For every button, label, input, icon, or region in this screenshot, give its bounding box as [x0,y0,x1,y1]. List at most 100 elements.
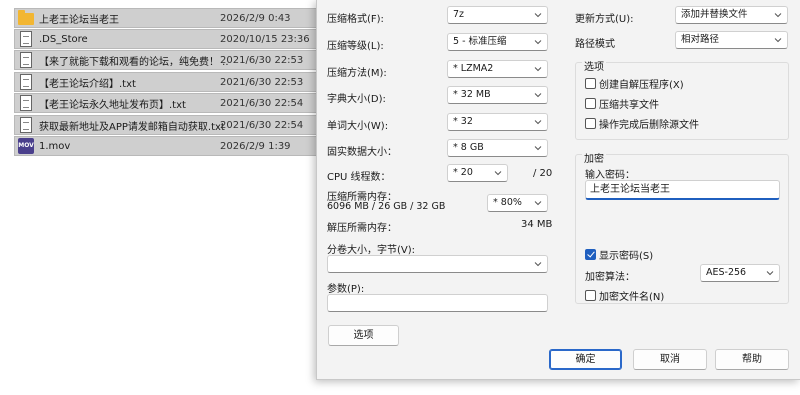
path-mode-value: 相对路径 [681,34,720,45]
list-item[interactable]: 【来了就能下载和观看的论坛，纯免费！ ... 2021/6/30 22:53 [14,50,329,70]
password-label: 输入密码： [585,170,635,181]
format-select[interactable]: 7z [447,6,548,24]
delete-after-label: 操作完成后删除源文件 [599,120,699,131]
file-date: 2021/6/30 22:53 [220,54,304,66]
chevron-down-icon [534,93,542,98]
split-label: 分卷大小，字节(V): [327,245,416,256]
chevron-down-icon [534,120,542,125]
file-date: 2026/2/9 1:39 [220,140,291,152]
checkbox-box [585,118,596,129]
level-label: 压缩等级(L): [327,41,384,52]
file-name: 1.mov [39,140,71,152]
update-label: 更新方式(U): [575,14,634,25]
file-date: 2021/6/30 22:53 [220,76,304,88]
encryption-group-title: 加密 [582,150,606,165]
enc-method-select[interactable]: AES-256 [700,264,780,282]
text-file-icon [20,74,32,90]
compress-dialog: 压缩格式(F): 7z 压缩等级(L): 5 - 标准压缩 压缩方法(M): *… [316,0,800,380]
dict-label: 字典大小(D): [327,94,386,105]
cpu-select[interactable]: * 20 [447,164,508,182]
chevron-down-icon [534,40,542,45]
ok-button[interactable]: 确定 [549,349,622,370]
compress-shared-label: 压缩共享文件 [599,100,659,111]
cpu-label: CPU 线程数： [327,172,391,183]
chevron-down-icon [774,38,782,43]
path-mode-select[interactable]: 相对路径 [675,31,788,49]
word-value: * 32 [453,116,473,127]
mem-decomp-value: 34 MB [521,219,553,230]
file-name: 【来了就能下载和观看的论坛，纯免费！ ... [39,56,229,68]
chevron-down-icon [534,262,542,267]
help-button[interactable]: 帮助 [715,349,789,370]
checkbox-box [585,290,596,301]
file-name: 【老王论坛永久地址发布页】.txt [39,99,186,111]
list-item[interactable]: 获取最新地址及APP请发邮箱自动获取.txt 2021/6/30 22:54 [14,115,329,135]
delete-after-checkbox[interactable]: 操作完成后删除源文件 [585,116,699,131]
chevron-down-icon [494,171,502,176]
chevron-down-icon [774,13,782,18]
path-label: 路径模式 [575,39,615,50]
update-mode-value: 添加并替换文件 [681,9,748,20]
list-item[interactable]: 【老王论坛介绍】.txt 2021/6/30 22:53 [14,72,329,92]
mem-percent-value: * 80% [493,197,522,208]
text-file-icon [20,117,32,133]
chevron-down-icon [534,67,542,72]
word-label: 单词大小(W): [327,121,389,132]
solid-select[interactable]: * 8 GB [447,139,548,157]
chevron-down-icon [534,201,542,206]
options-group-title: 选项 [582,58,606,73]
cancel-button[interactable]: 取消 [633,349,707,370]
solid-value: * 8 GB [453,142,484,153]
method-label: 压缩方法(M): [327,68,387,79]
create-sfx-checkbox[interactable]: 创建自解压程序(X) [585,76,684,91]
level-select[interactable]: 5 - 标准压缩 [447,33,548,51]
params-label: 参数(P): [327,284,365,295]
split-size-select[interactable] [327,255,548,273]
mem-percent-select[interactable]: * 80% [487,194,548,212]
chevron-down-icon [534,146,542,151]
file-date: 2021/6/30 22:54 [220,119,304,131]
enc-method-value: AES-256 [706,267,747,278]
encrypt-names-label: 加密文件名(N) [599,292,665,303]
list-item[interactable]: 【老王论坛永久地址发布页】.txt 2021/6/30 22:54 [14,93,329,113]
dict-select[interactable]: * 32 MB [447,86,548,104]
file-name: 上老王论坛当老王 [39,14,119,26]
level-value: 5 - 标准压缩 [453,36,507,47]
method-select[interactable]: * LZMA2 [447,60,548,78]
text-file-icon [20,52,32,68]
dict-value: * 32 MB [453,89,491,100]
file-date: 2021/6/30 22:54 [220,97,304,109]
video-file-icon: MOV [18,138,34,154]
checkbox-box [585,78,596,89]
chevron-down-icon [534,13,542,18]
file-icon [20,31,32,47]
mem-comp-detail: 6096 MB / 26 GB / 32 GB [327,201,446,212]
solid-label: 固实数据大小： [327,147,397,158]
format-value: 7z [453,9,465,20]
password-input[interactable]: 上老王论坛当老王 [585,180,780,200]
mem-decomp-label: 解压所需内存： [327,223,397,234]
file-name: 【老王论坛介绍】.txt [39,78,136,90]
update-mode-select[interactable]: 添加并替换文件 [675,6,788,24]
method-value: * LZMA2 [453,63,494,74]
chevron-down-icon [766,271,774,276]
text-file-icon [20,95,32,111]
list-item[interactable]: .DS_Store 2020/10/15 23:36 [14,29,329,49]
params-input[interactable] [327,294,548,312]
options-button[interactable]: 选项 [328,325,399,346]
enc-method-label: 加密算法： [585,272,635,283]
file-date: 2026/2/9 0:43 [220,12,291,24]
checkbox-checked-icon [585,249,596,260]
show-password-checkbox[interactable]: 显示密码(S) [585,247,653,262]
encrypt-names-checkbox[interactable]: 加密文件名(N) [585,288,664,303]
checkbox-box [585,98,596,109]
cpu-total: / 20 [533,168,553,179]
list-item[interactable]: MOV 1.mov 2026/2/9 1:39 [14,136,329,156]
compress-shared-checkbox[interactable]: 压缩共享文件 [585,96,659,111]
list-item[interactable]: 上老王论坛当老王 2026/2/9 0:43 [14,8,329,28]
word-select[interactable]: * 32 [447,113,548,131]
file-name: .DS_Store [39,33,88,45]
create-sfx-label: 创建自解压程序(X) [599,80,684,91]
file-name: 获取最新地址及APP请发邮箱自动获取.txt [39,121,225,133]
show-password-label: 显示密码(S) [599,251,654,262]
